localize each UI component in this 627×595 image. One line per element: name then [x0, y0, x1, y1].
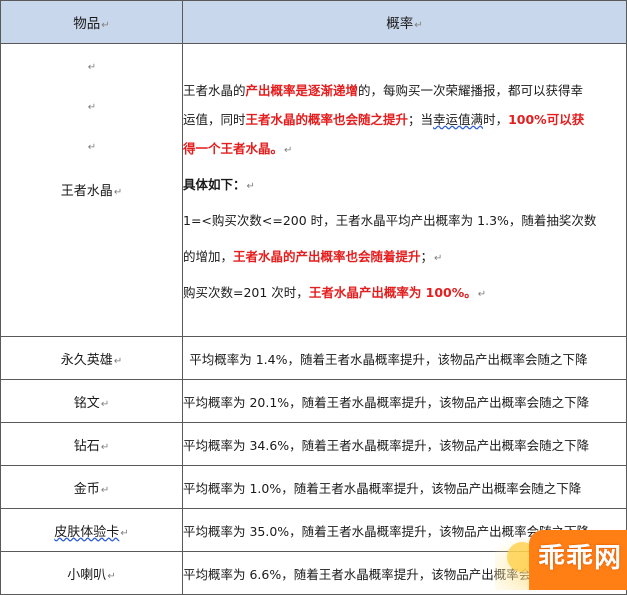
paragraph-mark: ↵: [414, 20, 423, 31]
item-cell: 铭文↵: [0, 379, 183, 423]
rate-cell-main: 王者水晶的产出概率是逐渐递增的，每购买一次荣耀播报，都可以获得幸 运值，同时王者…: [182, 43, 627, 337]
item-cell: 钻石↵: [0, 422, 183, 466]
item-name: 永久英雄: [60, 352, 113, 368]
item-cell: 小喇叭↵: [0, 551, 183, 595]
rate-line-5: 1=<购买次数<=200 时，王者水晶平均产出概率为 1.3%，随着抽奖次数: [183, 212, 597, 228]
rate-cell: 平均概率为 1.4%，随着王者水晶概率提升，该物品产出概率会随之下降: [182, 336, 627, 380]
item-name-main: 王者水晶: [60, 184, 113, 199]
item-name: 铭文: [73, 395, 100, 411]
rate-text: 平均概率为 20.1%，随着王者水晶概率提升，该物品产出概率会随之下降: [183, 394, 590, 410]
header-rate-label: 概率: [386, 16, 414, 32]
item-cell-main: ↵ ↵ ↵ 王者水晶↵: [0, 43, 183, 337]
table-row: 金币↵ 平均概率为 1.0%，随着王者水晶概率提升，该物品产出概率会随之下降: [0, 465, 627, 509]
rate-line-4: 具体如下：↵: [183, 176, 255, 192]
item-name: 钻石: [73, 438, 100, 454]
rate-text: 平均概率为 1.0%，随着王者水晶概率提升，该物品产出概率会随之下降: [183, 480, 582, 496]
table-row: 铭文↵ 平均概率为 20.1%，随着王者水晶概率提升，该物品产出概率会随之下降: [0, 379, 627, 423]
rate-line-3: 得一个王者水晶。↵: [183, 140, 293, 156]
rate-text: 平均概率为 1.4%，随着王者水晶概率提升，该物品产出概率会随之下降: [189, 351, 588, 367]
table-header-row: 物品↵ 概率↵: [0, 0, 627, 44]
item-cell: 皮肤体验卡↵: [0, 508, 183, 552]
header-item: 物品↵: [0, 0, 183, 44]
rate-line-6: 的增加，王者水晶的产出概率也会随着提升；↵: [183, 248, 443, 264]
paragraph-mark: ↵: [87, 62, 97, 73]
probability-table: 物品↵ 概率↵ ↵ ↵ ↵ 王者水晶↵ 王者水晶的产出概率是逐渐递增的，每购买一…: [0, 0, 627, 595]
table-row: 永久英雄↵ 平均概率为 1.4%，随着王者水晶概率提升，该物品产出概率会随之下降: [0, 336, 627, 380]
rate-cell: 平均概率为 20.1%，随着王者水晶概率提升，该物品产出概率会随之下降: [182, 379, 627, 423]
paragraph-mark: ↵: [113, 187, 123, 198]
rate-text: 平均概率为 34.6%，随着王者水晶概率提升，该物品产出概率会随之下降: [183, 437, 590, 453]
paragraph-mark: ↵: [87, 142, 97, 153]
site-watermark-logo: 乖乖网: [477, 528, 627, 590]
rate-line-1: 王者水晶的产出概率是逐渐递增的，每购买一次荣耀播报，都可以获得幸: [183, 82, 584, 98]
rate-line-7: 购买次数=201 次时，王者水晶产出概率为 100%。↵: [183, 284, 487, 300]
watermark-text: 乖乖网: [538, 543, 622, 574]
header-rate: 概率↵: [182, 0, 627, 44]
item-name: 皮肤体验卡: [54, 524, 120, 540]
table-row: 钻石↵ 平均概率为 34.6%，随着王者水晶概率提升，该物品产出概率会随之下降: [0, 422, 627, 466]
item-name: 小喇叭: [67, 567, 107, 583]
rate-cell: 平均概率为 1.0%，随着王者水晶概率提升，该物品产出概率会随之下降: [182, 465, 627, 509]
rate-cell: 平均概率为 34.6%，随着王者水晶概率提升，该物品产出概率会随之下降: [182, 422, 627, 466]
table-row-main: ↵ ↵ ↵ 王者水晶↵ 王者水晶的产出概率是逐渐递增的，每购买一次荣耀播报，都可…: [0, 43, 627, 337]
item-name: 金币: [73, 481, 100, 497]
rate-line-2: 运值，同时王者水晶的概率也会随之提升；当幸运值满时，100%可以获: [183, 111, 585, 127]
paragraph-mark: ↵: [101, 20, 110, 31]
paragraph-mark: ↵: [87, 102, 97, 113]
item-cell: 永久英雄↵: [0, 336, 183, 380]
header-item-label: 物品: [73, 16, 101, 32]
item-cell: 金币↵: [0, 465, 183, 509]
